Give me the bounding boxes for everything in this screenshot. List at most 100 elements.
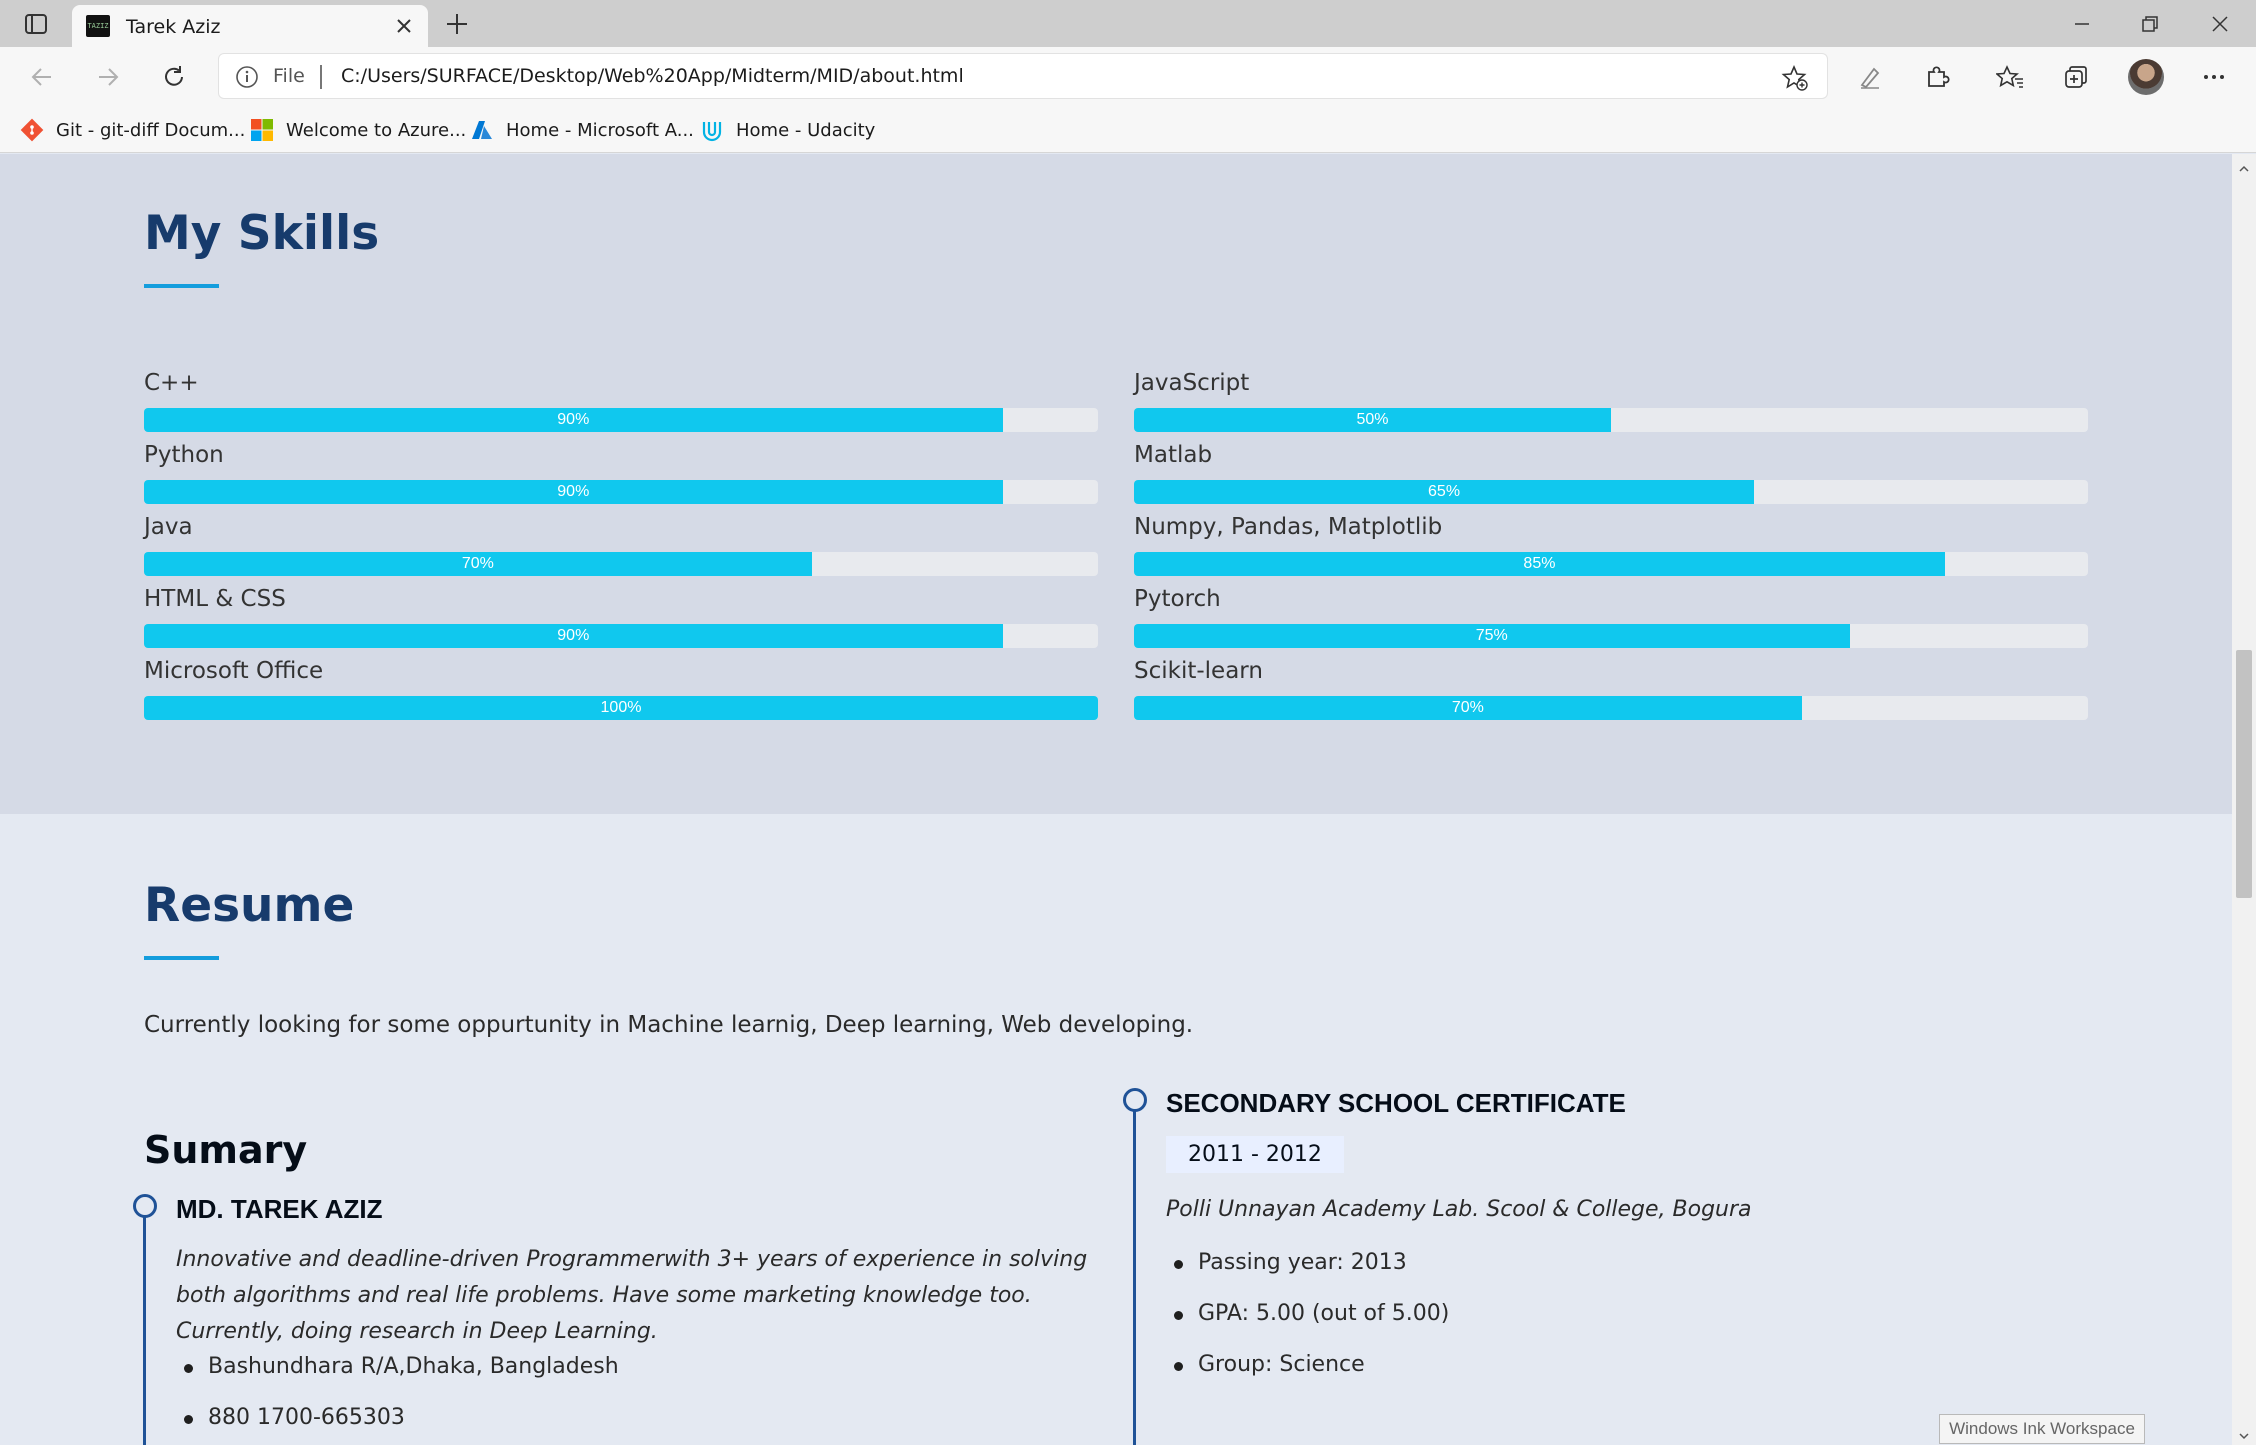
list-item: Group: Science: [1170, 1350, 1449, 1401]
address-url[interactable]: C:/Users/SURFACE/Desktop/Web%20App/Midte…: [341, 65, 964, 87]
bookmark-microsoft-azure[interactable]: Home - Microsoft A...: [470, 107, 694, 153]
skill-progress-track: 90%: [144, 480, 1098, 504]
resume-title: Resume: [144, 878, 355, 933]
close-tab-icon[interactable]: [392, 14, 416, 38]
azure-icon: [470, 118, 494, 142]
skill-progress-track: 100%: [144, 696, 1098, 720]
profile-avatar[interactable]: [2128, 59, 2164, 95]
skill-label: Microsoft Office: [144, 658, 324, 684]
skills-title-underline: [144, 284, 219, 288]
address-protocol: File: [273, 65, 305, 87]
skill-progress-track: 90%: [144, 624, 1098, 648]
skill-label: Matlab: [1134, 442, 1213, 468]
skill-label: JavaScript: [1134, 370, 1250, 396]
skill-progress-fill: 65%: [1134, 480, 1755, 504]
bookmark-git[interactable]: Git - git-diff Docum...: [20, 107, 245, 153]
education-timeline-dot: [1123, 1088, 1147, 1112]
back-icon[interactable]: [20, 57, 64, 97]
close-window-icon[interactable]: [2186, 0, 2254, 47]
skill-progress-track: 50%: [1134, 408, 2088, 432]
education-title: SECONDARY SCHOOL CERTIFICATE: [1166, 1088, 1626, 1118]
new-tab-icon[interactable]: [440, 8, 474, 40]
favorites-icon[interactable]: [1988, 57, 2032, 97]
skill-label: Java: [144, 514, 193, 540]
skill-progress-fill: 90%: [144, 408, 1003, 432]
skill-pytorch: Pytorch 75%: [1134, 586, 2088, 654]
education-timeline-line: [1133, 1104, 1136, 1445]
skill-label: Python: [144, 442, 224, 468]
skill-progress-track: 65%: [1134, 480, 2088, 504]
skills-section: My Skills C++ 90% Python 90% Java 70% HTML & C…: [0, 154, 2232, 814]
summary-name: MD. TAREK AZIZ: [176, 1194, 383, 1224]
ink-workspace-tooltip: Windows Ink Workspace: [1939, 1414, 2145, 1444]
skill-progress-track: 75%: [1134, 624, 2088, 648]
skill-percent-label: 90%: [557, 627, 590, 644]
skill-percent-label: 100%: [600, 699, 642, 716]
skill-percent-label: 65%: [1428, 483, 1461, 500]
add-favorite-icon[interactable]: [1781, 64, 1809, 92]
skill-progress-fill: 90%: [144, 624, 1003, 648]
education-years-badge: 2011 - 2012: [1166, 1136, 1344, 1173]
summary-timeline-line: [143, 1206, 146, 1445]
refresh-icon[interactable]: [152, 57, 196, 97]
scroll-down-icon[interactable]: [2238, 1427, 2250, 1440]
restore-icon[interactable]: [2116, 0, 2184, 47]
skill-percent-label: 85%: [1523, 555, 1556, 572]
skill-progress-fill: 50%: [1134, 408, 1611, 432]
bookmark-label: Welcome to Azure...: [286, 119, 467, 141]
skill-progress-fill: 90%: [144, 480, 1003, 504]
list-item: Bashundhara R/A,Dhaka, Bangladesh: [180, 1352, 619, 1403]
skill-label: C++: [144, 370, 199, 396]
skill-percent-label: 75%: [1475, 627, 1508, 644]
summary-timeline-dot: [133, 1194, 157, 1218]
read-aloud-icon[interactable]: [1848, 57, 1892, 97]
skill-html-css: HTML & CSS 90%: [144, 586, 1098, 654]
skill-microsoft-office: Microsoft Office 100%: [144, 658, 1098, 726]
bookmarks-bar: Git - git-diff Docum... Welcome to Azure…: [0, 107, 2256, 153]
skill-label: Scikit-learn: [1134, 658, 1263, 684]
summary-description: Innovative and deadline-driven Programme…: [176, 1247, 1088, 1344]
list-item: Passing year: 2013: [1170, 1248, 1449, 1299]
git-icon: [20, 118, 44, 142]
forward-icon[interactable]: [86, 57, 130, 97]
tab-actions-icon[interactable]: [16, 10, 56, 38]
tab-title: Tarek Aziz: [126, 16, 221, 38]
bookmark-label: Home - Microsoft A...: [506, 119, 694, 141]
scroll-up-icon[interactable]: [2238, 160, 2250, 172]
more-options-icon[interactable]: [2192, 57, 2236, 97]
education-details-list: Passing year: 2013 GPA: 5.00 (out of 5.0…: [1170, 1248, 1449, 1401]
address-bar[interactable]: File C:/Users/SURFACE/Desktop/Web%20App/…: [218, 53, 1828, 99]
resume-section: Resume Currently looking for some oppurt…: [0, 814, 2232, 1445]
skill-progress-fill: 70%: [144, 552, 812, 576]
skill-scikit-learn: Scikit-learn 70%: [1134, 658, 2088, 726]
list-item: 880 1700-665303: [180, 1403, 619, 1445]
skill-percent-label: 90%: [557, 411, 590, 428]
minimize-icon[interactable]: [2048, 0, 2116, 47]
skill-javascript: JavaScript 50%: [1134, 370, 2088, 438]
resume-title-underline: [144, 956, 219, 960]
bookmark-label: Home - Udacity: [736, 119, 876, 141]
education-institution: Polli Unnayan Academy Lab. Scool & Colle…: [1166, 1197, 1752, 1222]
skill-progress-fill: 85%: [1134, 552, 1945, 576]
skill-progress-track: 90%: [144, 408, 1098, 432]
resume-intro: Currently looking for some oppurtunity i…: [144, 1012, 1194, 1038]
skill-matlab: Matlab 65%: [1134, 442, 2088, 510]
skill-label: Pytorch: [1134, 586, 1221, 612]
skill-java: Java 70%: [144, 514, 1098, 582]
info-icon[interactable]: [235, 65, 259, 89]
skill-progress-fill: 70%: [1134, 696, 1802, 720]
skill-progress-track: 70%: [1134, 696, 2088, 720]
browser-toolbar: File C:/Users/SURFACE/Desktop/Web%20App/…: [0, 47, 2256, 107]
summary-contact-list: Bashundhara R/A,Dhaka, Bangladesh 880 17…: [180, 1352, 619, 1445]
skill-percent-label: 70%: [1451, 699, 1484, 716]
skills-title: My Skills: [144, 206, 380, 261]
page-scrollbar[interactable]: [2232, 154, 2256, 1445]
scrollbar-thumb[interactable]: [2236, 650, 2252, 898]
extensions-icon[interactable]: [1915, 57, 1959, 97]
bookmark-azure-welcome[interactable]: Welcome to Azure...: [250, 107, 466, 153]
bookmark-udacity[interactable]: Home - Udacity: [700, 107, 875, 153]
microsoft-icon: [250, 118, 274, 142]
active-tab[interactable]: TAZIZ Tarek Aziz: [72, 5, 428, 47]
collections-icon[interactable]: [2054, 57, 2098, 97]
summary-heading: Sumary: [144, 1128, 308, 1172]
